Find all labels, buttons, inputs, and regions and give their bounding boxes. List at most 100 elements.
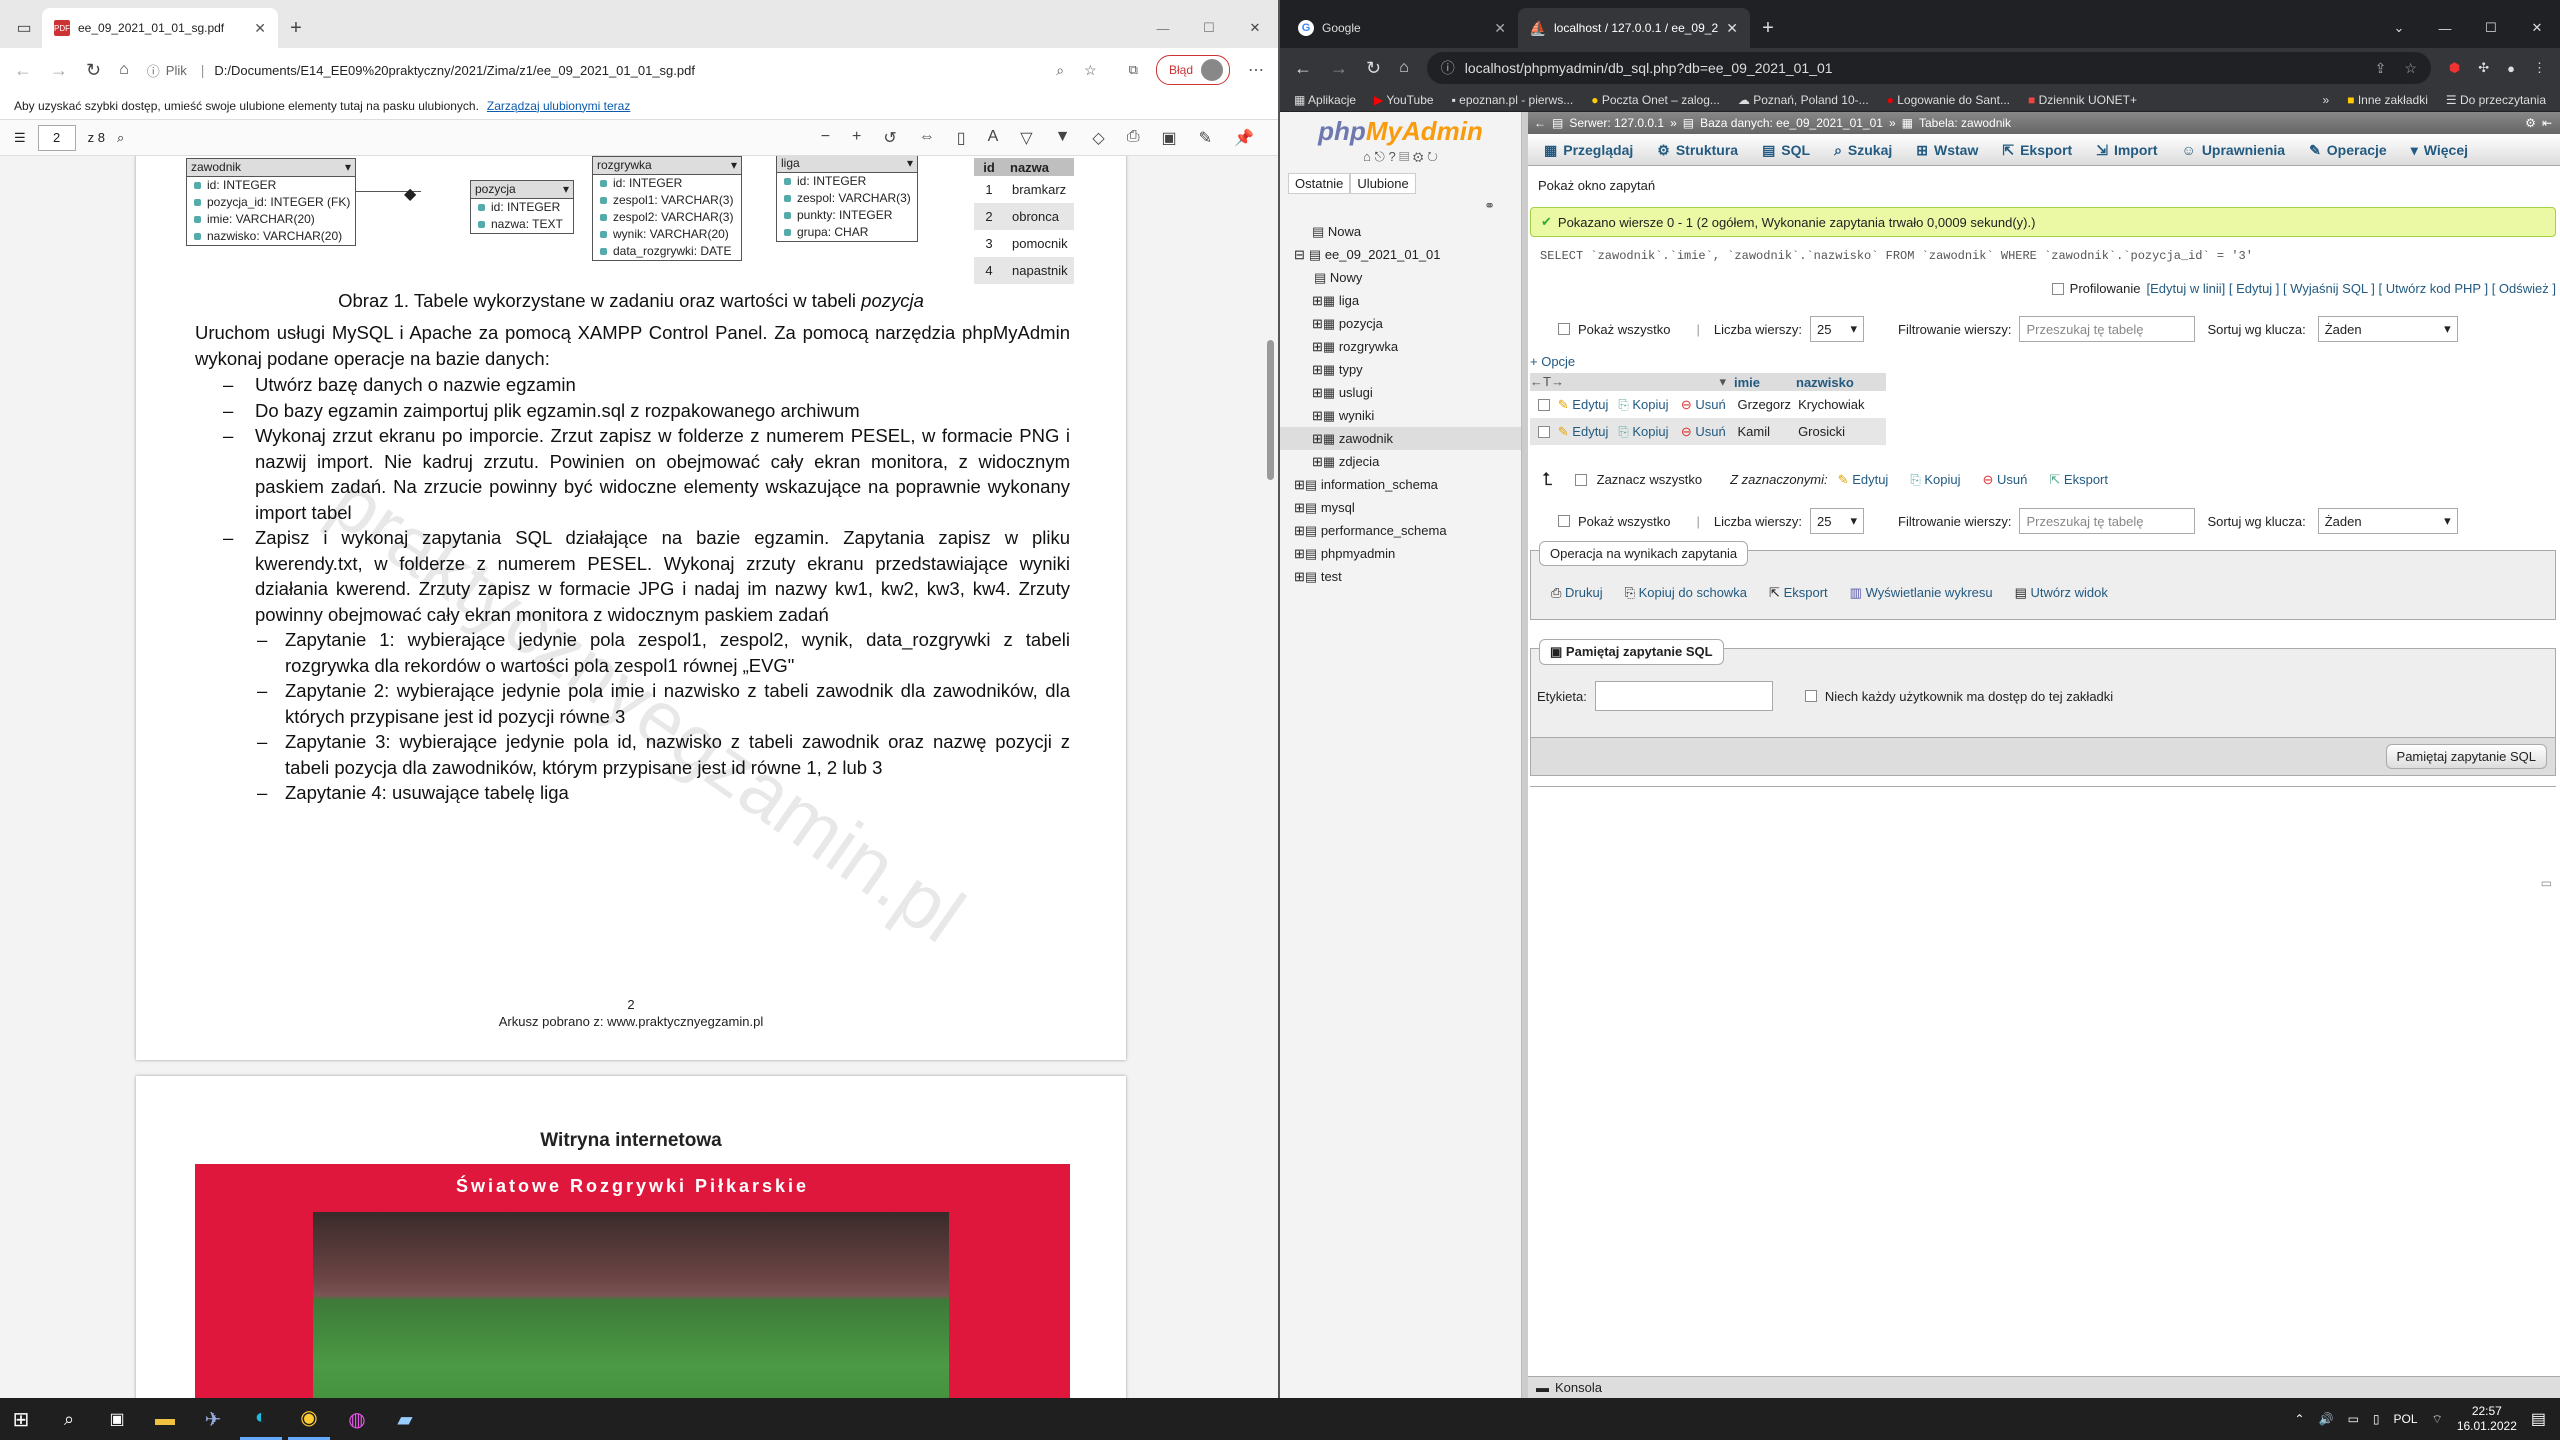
search-icon[interactable]: ⌕ <box>48 1398 90 1440</box>
extension-icon[interactable]: ⬢ <box>2449 60 2460 76</box>
tree-db[interactable]: ⊟ ▤ ee_09_2021_01_01 <box>1294 243 1521 266</box>
file-explorer-icon[interactable]: ▬ <box>144 1398 186 1440</box>
home-icon[interactable]: ⌂ <box>1363 149 1371 164</box>
column-header-nazwisko[interactable]: nazwisko <box>1796 375 1886 390</box>
tab-privileges[interactable]: ☺ Uprawnienia <box>2170 134 2298 166</box>
column-header-imie[interactable]: imie <box>1734 375 1796 390</box>
row-edit[interactable]: ✎ Edytuj <box>1558 424 1619 440</box>
close-tab-icon[interactable]: ✕ <box>1494 20 1506 37</box>
filter-input[interactable]: Przeszukaj tę tabelę <box>2019 508 2196 534</box>
show-query-box-link[interactable]: Pokaż okno zapytań <box>1528 166 2560 193</box>
bookmarks-more[interactable]: » <box>2323 93 2330 107</box>
sql-links[interactable]: [Edytuj w linii] [ Edytuj ] [ Wyjaśnij S… <box>2146 281 2556 296</box>
tab-search[interactable]: ⌕ Szukaj <box>1822 134 1904 166</box>
breadcrumb-db[interactable]: Baza danych: ee_09_2021_01_01 <box>1700 116 1883 130</box>
create-view-op[interactable]: ▤ Utwórz widok <box>2015 585 2108 601</box>
maximize-icon[interactable]: ☐ <box>1186 8 1232 48</box>
breadcrumb-table[interactable]: Tabela: zawodnik <box>1919 116 2011 130</box>
new-tab-icon[interactable]: + <box>278 8 314 48</box>
minimize-icon[interactable]: — <box>2422 8 2468 48</box>
clock[interactable]: 22:57 16.01.2022 <box>2457 1404 2517 1434</box>
zoom-in-icon[interactable]: + <box>852 128 861 148</box>
help-icon[interactable]: ? <box>1388 149 1395 164</box>
tree-new-table[interactable]: ▤ Nowy <box>1294 266 1521 289</box>
pdf-search-icon[interactable]: ⌕ <box>117 130 124 146</box>
page-settings-icon[interactable]: ▭ <box>2541 876 2552 890</box>
tab-actions-icon[interactable]: ▭ <box>6 8 42 48</box>
tree-table-uslugi[interactable]: ⊞ ▦ uslugi <box>1294 381 1521 404</box>
terminal-icon[interactable]: ▰ <box>384 1398 426 1440</box>
tree-table-typy[interactable]: ⊞ ▦ typy <box>1294 358 1521 381</box>
rows-select[interactable]: 25 ▾ <box>1810 508 1865 534</box>
column-arrows-icon[interactable]: ←T→ ▾ <box>1530 374 1734 390</box>
collections-icon[interactable]: ⧉ <box>1129 62 1138 78</box>
docs-icon[interactable]: ▤ <box>1399 149 1409 164</box>
highlight-icon[interactable]: ▼ <box>1055 128 1071 148</box>
bookmark-submit-button[interactable]: Pamiętaj zapytanie SQL <box>2385 744 2547 769</box>
tray-chevron-icon[interactable]: ⌃ <box>2295 1412 2305 1426</box>
bulk-edit[interactable]: ✎ Edytuj <box>1838 472 1889 488</box>
row-checkbox[interactable] <box>1538 425 1550 438</box>
bookmark-weather[interactable]: ☁ Poznań, Poland 10-... <box>1738 93 1869 107</box>
chrome-address-bar[interactable]: ⓘ localhost/phpmyadmin/db_sql.php?db=ee_… <box>1426 52 2431 84</box>
edge-icon[interactable]: ◐ <box>240 1398 282 1440</box>
maximize-icon[interactable]: ☐ <box>2468 8 2514 48</box>
rows-select[interactable]: 25 ▾ <box>1810 316 1865 342</box>
refresh-icon[interactable]: ↻ <box>1366 58 1381 79</box>
console-bar[interactable]: ▬ Konsola <box>1528 1376 2560 1398</box>
bulk-copy[interactable]: ⎘ Kopiuj <box>1910 472 1960 488</box>
edge-address-bar[interactable]: ⓘ Plik | D:/Documents/E14_EE09%20praktyc… <box>146 54 1111 86</box>
bookmark-star-icon[interactable]: ☆ <box>2404 60 2417 77</box>
page-view-icon[interactable]: ▯ <box>957 128 966 148</box>
chrome-icon[interactable]: ◉ <box>288 1398 330 1440</box>
pdf-scrollbar-thumb[interactable] <box>1267 340 1274 480</box>
bookmark-apps[interactable]: ▦ Aplikacje <box>1294 93 1356 107</box>
rotate-icon[interactable]: ↺ <box>883 128 896 148</box>
filter-input[interactable]: Przeszukaj tę tabelę <box>2019 316 2196 342</box>
tab-browse[interactable]: ▦ Przeglądaj <box>1532 134 1645 166</box>
tree-table-pozycja[interactable]: ⊞ ▦ pozycja <box>1294 312 1521 335</box>
contents-icon[interactable]: ☰ <box>14 130 26 146</box>
app-icon[interactable]: ✈ <box>192 1398 234 1440</box>
tree-table-liga[interactable]: ⊞ ▦ liga <box>1294 289 1521 312</box>
settings-icon[interactable]: ⚙ <box>1413 149 1424 164</box>
read-aloud-icon[interactable]: A <box>988 128 999 148</box>
refresh-icon[interactable]: ↻ <box>86 60 101 81</box>
options-link[interactable]: + Opcje <box>1530 354 2560 369</box>
bookmark-uonet[interactable]: ■ Dziennik UONET+ <box>2028 93 2137 107</box>
tab-structure[interactable]: ⚙ Struktura <box>1645 134 1750 166</box>
tree-table-wyniki[interactable]: ⊞ ▦ wyniki <box>1294 404 1521 427</box>
windows-start-icon[interactable]: ⊞ <box>0 1398 42 1440</box>
task-view-icon[interactable]: ▣ <box>96 1398 138 1440</box>
sort-select[interactable]: Żaden ▾ <box>2317 316 2458 342</box>
pdf-scrollbar[interactable] <box>1264 156 1276 1398</box>
battery-icon[interactable]: ▯ <box>2373 1412 2380 1426</box>
tree-table-zawodnik[interactable]: ⊞ ▦ zawodnik <box>1280 427 1521 450</box>
every-user-checkbox[interactable] <box>1804 690 1817 702</box>
volume-icon[interactable]: 🔊 <box>2319 1412 2334 1426</box>
tab-more[interactable]: ▾ Więcej <box>2399 134 2480 166</box>
language-indicator[interactable]: POL <box>2394 1412 2418 1426</box>
sort-select[interactable]: Żaden ▾ <box>2317 508 2458 534</box>
settings-icon[interactable]: ⚙ <box>2525 116 2536 130</box>
chrome-tab-google[interactable]: G Google ✕ <box>1286 8 1518 48</box>
reload-icon[interactable]: ↻ <box>1427 149 1438 164</box>
bulk-delete[interactable]: ⊖ Usuń <box>1983 472 2028 488</box>
show-all-checkbox[interactable] <box>1558 515 1570 527</box>
bookmark-santander[interactable]: ● Logowanie do Sant... <box>1887 93 2010 107</box>
network-icon[interactable]: ▭ <box>2348 1412 2359 1426</box>
tab-operations[interactable]: ✎ Operacje <box>2297 134 2399 166</box>
row-checkbox[interactable] <box>1538 398 1550 411</box>
favorite-star-icon[interactable]: ☆ <box>1084 62 1097 79</box>
tree-db-information-schema[interactable]: ⊞ ▤ information_schema <box>1294 473 1521 496</box>
print-icon[interactable]: ⎙ <box>1127 128 1140 148</box>
reading-list[interactable]: ☰ Do przeczytania <box>2446 93 2560 107</box>
chrome-tab-pma[interactable]: ⛵ localhost / 127.0.0.1 / ee_09_202 ✕ <box>1518 8 1750 48</box>
back-icon[interactable]: ← <box>14 60 32 81</box>
row-copy[interactable]: ⎘ Kopiuj <box>1618 424 1681 440</box>
label-input[interactable] <box>1594 681 1773 711</box>
tab-favorites[interactable]: Ulubione <box>1350 173 1416 194</box>
collapse-menu-icon[interactable]: ⇤ <box>2542 116 2560 130</box>
collapse-icon[interactable]: ← <box>1534 116 1546 130</box>
tab-insert[interactable]: ⊞ Wstaw <box>1904 134 1990 166</box>
